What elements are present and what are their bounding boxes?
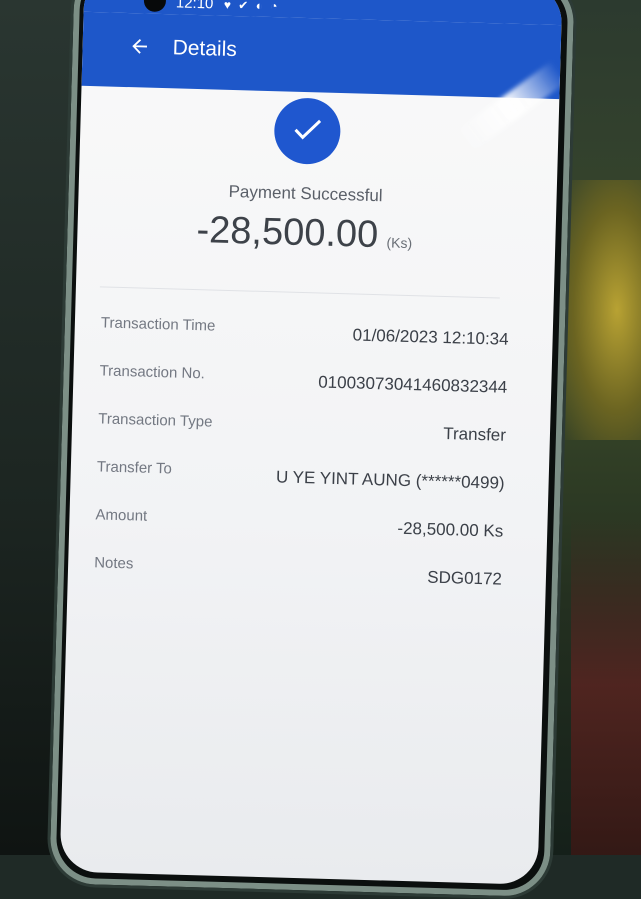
detail-value: 01003073041460832344 xyxy=(317,372,508,397)
detail-label: Amount xyxy=(95,506,148,525)
amount-unit: (Ks) xyxy=(386,234,413,252)
detail-label: Transaction No. xyxy=(99,362,206,383)
amount-value: -28,500.00 xyxy=(196,209,379,257)
detail-label: Notes xyxy=(93,554,134,573)
detail-value: -28,500.00 Ks xyxy=(397,518,504,541)
front-camera xyxy=(143,0,167,13)
detail-value: 01/06/2023 12:10:34 xyxy=(352,325,509,349)
detail-label: Transaction Time xyxy=(100,314,216,335)
phone-screen: 12:10 ♥ ✔ ◐ ◔ Details Payment Successful… xyxy=(59,0,563,885)
detail-label: Transaction Type xyxy=(97,410,213,431)
success-badge xyxy=(273,97,342,165)
transaction-details: Payment Successful -28,500.00 (Ks) Trans… xyxy=(60,86,560,885)
payment-status: Payment Successful xyxy=(228,181,383,206)
detail-value: SDG0172 xyxy=(427,567,503,589)
checkmark-icon xyxy=(289,110,326,152)
detail-value: U YE YINT AUNG (******0499) xyxy=(275,467,505,493)
back-button[interactable] xyxy=(122,31,157,66)
app-bar: Details xyxy=(81,11,562,100)
status-icons: ♥ ✔ ◐ ◔ xyxy=(223,0,280,14)
page-title: Details xyxy=(172,36,238,62)
phone: 12:10 ♥ ✔ ◐ ◔ Details Payment Successful… xyxy=(0,0,641,898)
amount-display: -28,500.00 (Ks) xyxy=(77,206,532,262)
arrow-left-icon xyxy=(128,35,151,63)
divider xyxy=(99,286,500,299)
detail-label: Transfer To xyxy=(96,458,173,478)
details-list: Transaction Time 01/06/2023 12:10:34 Tra… xyxy=(67,308,553,609)
detail-value: Transfer xyxy=(443,424,507,445)
status-time: 12:10 xyxy=(175,0,214,13)
